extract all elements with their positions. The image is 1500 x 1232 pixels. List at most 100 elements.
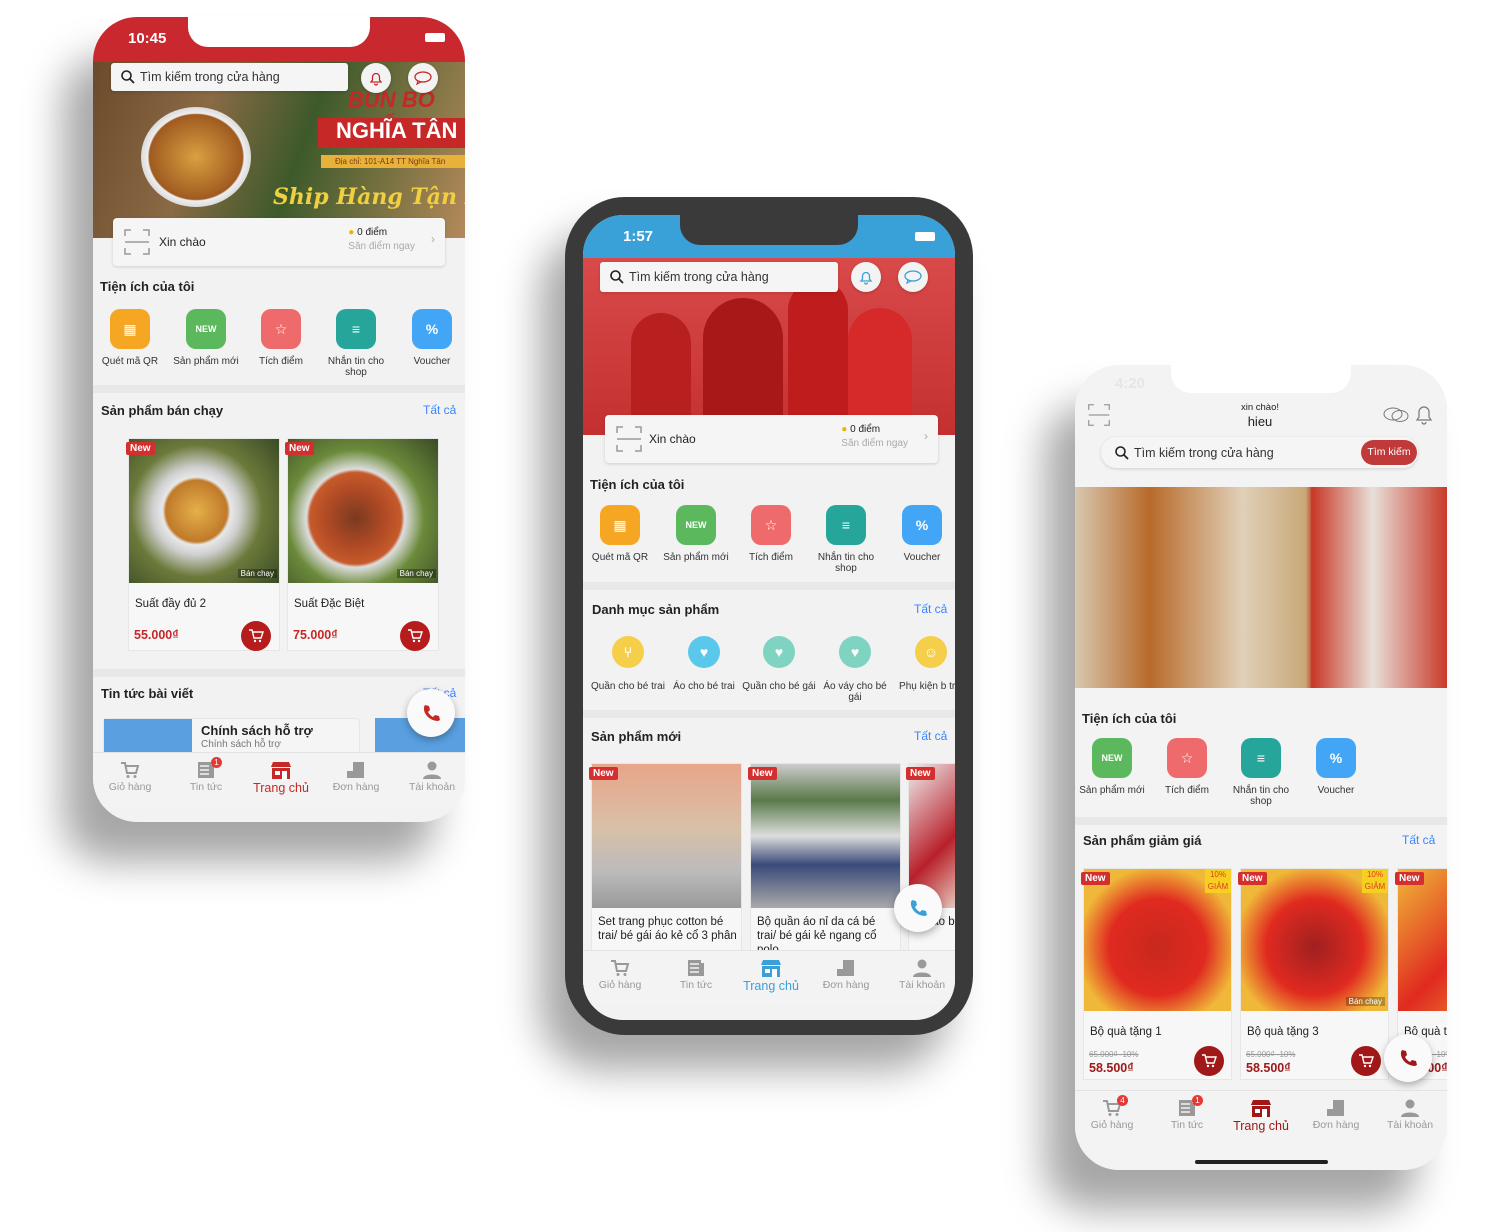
call-button[interactable] — [1384, 1034, 1432, 1082]
home-indicator[interactable] — [1195, 1160, 1328, 1164]
chat-icon: ≡ — [1241, 738, 1281, 778]
utility-label: Tích điểm — [749, 552, 793, 563]
tab-news[interactable]: Tin tức — [659, 959, 733, 991]
tab-home[interactable]: Trang chủ — [734, 959, 808, 993]
utility-new-products[interactable]: NEW Sản phẩm mới — [1075, 738, 1149, 796]
product-image — [288, 439, 438, 583]
hunt-points-link[interactable]: Săn điểm ngay — [841, 438, 908, 449]
chat-button[interactable] — [898, 262, 928, 292]
bestseller-title: Sản phẩm bán chạy — [101, 403, 224, 418]
greeting-card[interactable]: Xin chào ● 0 điểm Săn điểm ngay › — [605, 415, 938, 463]
utility-message-shop[interactable]: ≡ Nhắn tin cho shop — [809, 505, 883, 574]
new-badge: New — [906, 767, 935, 780]
bestseller-tag: Bán chạy — [396, 569, 436, 578]
category-item[interactable]: ☺ Phụ kiện b trai — [894, 636, 955, 692]
child-figure — [788, 280, 848, 435]
product-card[interactable]: New Bộ quần áo nỉ da cá bé trai/ bé gái … — [748, 763, 901, 956]
food-bowl-image — [141, 107, 251, 207]
see-all-link[interactable]: Tất cả — [914, 602, 947, 616]
bell-button[interactable] — [851, 262, 881, 292]
utilities-title: Tiện ích của tôi — [1082, 711, 1177, 726]
category-item[interactable]: ♥ Quần cho bé gái — [742, 636, 816, 692]
utility-new-products[interactable]: NEW Sản phẩm mới — [659, 505, 733, 563]
product-image — [1398, 869, 1447, 1011]
utility-label: Sản phẩm mới — [663, 552, 729, 563]
tab-cart[interactable]: Giỏ hàng — [583, 959, 657, 991]
utility-points[interactable]: ☆ Tích điểm — [734, 505, 808, 563]
store-icon — [761, 960, 781, 977]
utility-qr[interactable]: ▦ Quét mã QR — [93, 309, 167, 367]
tab-news[interactable]: 1 Tin tức — [169, 757, 243, 793]
category-item[interactable]: ⑂ Quần cho bé trai — [591, 636, 665, 692]
utility-new-products[interactable]: NEW Sản phẩm mới — [169, 309, 243, 367]
utility-points[interactable]: ☆ Tích điểm — [1150, 738, 1224, 796]
category-label: Quần cho bé trai — [591, 681, 665, 692]
add-to-cart-button[interactable] — [1351, 1046, 1381, 1076]
product-card[interactable]: New Set trang phục cotton bé trai/ bé gá… — [589, 763, 742, 953]
tab-account[interactable]: Tài khoản — [395, 761, 465, 793]
tab-home[interactable]: Trang chủ — [1224, 1099, 1298, 1133]
add-to-cart-button[interactable] — [400, 621, 430, 651]
product-card[interactable]: New 10% GIẢM Bán chạy Bộ quà tặng 3 65.0… — [1238, 868, 1389, 1080]
points-value: 0 điểm — [850, 424, 881, 435]
new-see-all-link[interactable]: Tất cả — [914, 729, 947, 743]
tab-orders[interactable]: Đơn hàng — [809, 959, 883, 991]
cart-icon — [408, 629, 423, 643]
product-card[interactable]: New Bán chạy Suất đầy đủ 2 55.000₫ — [126, 438, 280, 651]
chat-button[interactable] — [408, 63, 438, 93]
search-input[interactable]: Tìm kiếm trong cửa hàng — [111, 63, 348, 91]
greeting-card[interactable]: Xin chào ● 0 điểm Săn điểm ngay › — [113, 218, 445, 266]
product-card[interactable]: New 10% GIẢM Bộ quà tặng 1 65.000₫ -10% … — [1081, 868, 1232, 1080]
utility-points[interactable]: ☆ Tích điểm — [244, 309, 318, 367]
add-to-cart-button[interactable] — [241, 621, 271, 651]
bell-icon[interactable] — [1415, 403, 1433, 425]
utility-message-shop[interactable]: ≡ Nhắn tin cho shop — [319, 309, 393, 378]
banner[interactable] — [1075, 487, 1447, 688]
notification-badge: 1 — [1192, 1095, 1203, 1106]
utility-label: Sản phẩm mới — [173, 356, 239, 367]
news-item-title: Chính sách hỗ trợ — [201, 723, 313, 738]
utility-label: Voucher — [903, 552, 941, 563]
bell-button[interactable] — [361, 63, 391, 93]
see-all-link[interactable]: Tất cả — [423, 403, 456, 417]
greeting-text: xin chào! — [1240, 402, 1280, 413]
utility-voucher[interactable]: % Voucher — [1299, 738, 1373, 796]
bell-icon — [859, 271, 873, 285]
hunt-points-link[interactable]: Săn điểm ngay — [348, 241, 415, 252]
star-icon: ☆ — [751, 505, 791, 545]
voucher-icon: % — [412, 309, 452, 349]
tab-cart[interactable]: Giỏ hàng — [93, 761, 167, 793]
tab-label: Tin tức — [679, 979, 713, 991]
call-button[interactable] — [407, 689, 455, 737]
new-icon: NEW — [676, 505, 716, 545]
utility-message-shop[interactable]: ≡ Nhắn tin cho shop — [1224, 738, 1298, 807]
call-button[interactable] — [894, 884, 942, 932]
tab-orders[interactable]: Đơn hàng — [1299, 1099, 1373, 1131]
scan-icon[interactable] — [1087, 403, 1111, 427]
see-all-link[interactable]: Tất cả — [1402, 833, 1435, 847]
tab-cart[interactable]: 4 Giỏ hàng — [1075, 1095, 1149, 1131]
chat-bubble-icon[interactable] — [1383, 406, 1409, 424]
add-to-cart-button[interactable] — [1194, 1046, 1224, 1076]
utility-voucher[interactable]: % Voucher — [885, 505, 955, 563]
tab-account[interactable]: Tài khoản — [885, 959, 955, 991]
utility-qr[interactable]: ▦ Quét mã QR — [583, 505, 657, 563]
product-image — [751, 764, 900, 908]
search-button[interactable]: Tìm kiếm — [1361, 440, 1417, 465]
greeting-text: Xin chào — [159, 235, 206, 249]
tab-account[interactable]: Tài khoản — [1373, 1099, 1447, 1131]
pregnancy-icon: ☺ — [915, 636, 947, 668]
category-item[interactable]: ♥ Áo cho bé trai — [667, 636, 741, 692]
utility-voucher[interactable]: % Voucher — [395, 309, 465, 367]
tab-label: Giỏ hàng — [1090, 1119, 1134, 1131]
utility-label: Tích điểm — [1165, 785, 1209, 796]
tab-orders[interactable]: Đơn hàng — [319, 761, 393, 793]
tab-home[interactable]: Trang chủ — [244, 761, 318, 795]
tab-news[interactable]: 1 Tin tức — [1150, 1095, 1224, 1131]
qr-icon: ▦ — [110, 309, 150, 349]
diaper-icon: ♥ — [688, 636, 720, 668]
phone-icon — [423, 705, 440, 721]
search-input[interactable]: Tìm kiếm trong cửa hàng — [600, 262, 838, 292]
category-item[interactable]: ♥ Áo váy cho bé gái — [818, 636, 892, 703]
product-card[interactable]: New Bán chạy Suất Đặc Biệt 75.000₫ — [285, 438, 439, 651]
